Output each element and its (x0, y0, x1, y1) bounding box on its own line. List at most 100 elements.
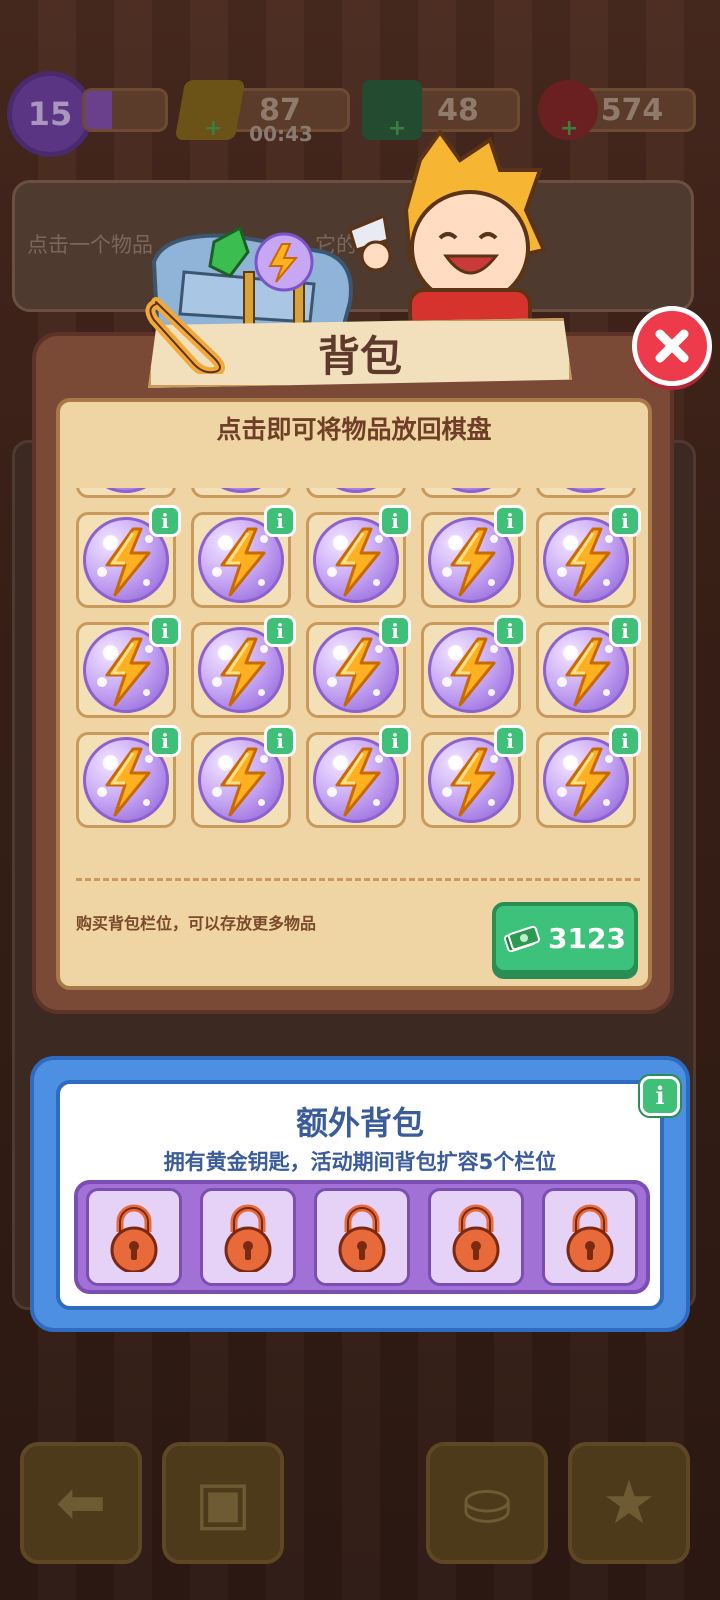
energy-orb-icon (543, 488, 629, 493)
orders-button[interactable]: ★ (568, 1442, 690, 1564)
divider (76, 878, 640, 881)
lightning-bolt-icon (220, 747, 266, 817)
backpack-slot[interactable]: i (306, 505, 411, 608)
buy-price: 3123 (548, 921, 626, 955)
backpack-slot[interactable]: i (76, 505, 181, 608)
locked-slot[interactable] (428, 1188, 524, 1286)
cash-icon (504, 925, 541, 952)
info-button[interactable]: i (264, 615, 296, 647)
add-energy-icon[interactable]: + (204, 118, 222, 140)
info-button[interactable]: i (264, 505, 296, 537)
info-button[interactable]: i (494, 505, 526, 537)
energy-orb-icon (198, 488, 284, 493)
backpack-title: 背包 (317, 331, 402, 381)
info-button[interactable]: i (149, 725, 181, 757)
extra-backpack-content: 额外背包 拥有黄金钥匙，活动期间背包扩容5个栏位 (56, 1080, 664, 1310)
backpack-slot[interactable]: i (191, 488, 291, 498)
info-button[interactable]: i (149, 505, 181, 537)
locked-slot[interactable] (542, 1188, 638, 1286)
cash-value: 48 (437, 92, 479, 128)
gem-value: 574 (600, 92, 664, 128)
backpack-slot[interactable]: i (306, 488, 406, 498)
energy-orb-icon (313, 488, 399, 493)
backpack-slot[interactable]: i (421, 505, 526, 608)
clipboard-star-icon: ★ (602, 1468, 656, 1538)
info-button[interactable]: i (379, 505, 411, 537)
padlock-icon (110, 1204, 158, 1272)
close-button[interactable] (632, 306, 712, 386)
hint-text: 点击一个物品 (27, 233, 153, 257)
level-badge[interactable]: 15 (12, 76, 88, 152)
extra-backpack-panel: 额外背包 拥有黄金钥匙，活动期间背包扩容5个栏位 i (30, 1056, 690, 1332)
buy-slot-text: 购买背包栏位，可以存放更多物品 (76, 914, 317, 933)
backpack-slot[interactable]: i (191, 615, 296, 718)
info-button[interactable]: i (379, 615, 411, 647)
lightning-bolt-icon (565, 747, 611, 817)
arrow-left-icon: ⬅ (55, 1468, 107, 1538)
backpack-grid[interactable]: iiiiiiiiiiiiiiiiiiii (76, 488, 644, 872)
lightning-bolt-icon (335, 527, 381, 597)
backpack-slot[interactable]: i (421, 488, 521, 498)
backpack-slot[interactable]: i (306, 615, 411, 718)
locked-slot-row (74, 1180, 650, 1294)
backpack-button[interactable]: ▣ (162, 1442, 284, 1564)
basket-icon: ⛀ (461, 1468, 513, 1538)
backpack-slot[interactable]: i (191, 505, 296, 608)
info-button[interactable]: i (609, 615, 641, 647)
level-progress-fill (85, 91, 113, 129)
backpack-grid-scroll: iiiiiiiiiiiiiiiiiiii (76, 488, 644, 828)
lightning-bolt-icon (565, 637, 611, 707)
info-icon: i (655, 1081, 665, 1110)
lightning-bolt-icon (450, 747, 496, 817)
lightning-bolt-icon (220, 527, 266, 597)
lightning-bolt-icon (450, 527, 496, 597)
level-number: 15 (27, 95, 73, 133)
backpack-slot[interactable]: i (191, 725, 296, 828)
padlock-icon (338, 1204, 386, 1272)
backpack-slot[interactable]: i (421, 615, 526, 718)
backpack-slot[interactable]: i (76, 615, 181, 718)
backpack-icon: ▣ (194, 1468, 252, 1538)
backpack-slot[interactable]: i (306, 725, 411, 828)
extra-backpack-title: 额外背包 (295, 1104, 424, 1142)
extra-backpack-info-button[interactable]: i (640, 1076, 680, 1116)
backpack-slot[interactable]: i (536, 505, 641, 608)
shop-button[interactable]: ⛀ (426, 1442, 548, 1564)
backpack-slot[interactable]: i (536, 615, 641, 718)
backpack-slot[interactable]: i (76, 488, 176, 498)
lightning-bolt-icon (335, 747, 381, 817)
buy-slot-button[interactable]: 3123 (492, 902, 638, 974)
energy-orb-icon (83, 488, 169, 493)
backpack-modal: 点击即可将物品放回棋盘 iiiiiiiiiiiiiiiiiiii 购买背包栏位，… (32, 332, 674, 1014)
info-button[interactable]: i (609, 505, 641, 537)
back-button[interactable]: ⬅ (20, 1442, 142, 1564)
lightning-bolt-icon (220, 637, 266, 707)
mascot-character (348, 130, 547, 330)
locked-slot[interactable] (200, 1188, 296, 1286)
locked-slot[interactable] (314, 1188, 410, 1286)
close-icon (655, 329, 689, 363)
info-button[interactable]: i (149, 615, 181, 647)
backpack-slot[interactable]: i (421, 725, 526, 828)
backpack-slot[interactable]: i (536, 488, 636, 498)
lightning-bolt-icon (105, 527, 151, 597)
backpack-content: 点击即可将物品放回棋盘 iiiiiiiiiiiiiiiiiiii 购买背包栏位，… (56, 398, 652, 990)
info-button[interactable]: i (494, 615, 526, 647)
info-button[interactable]: i (609, 725, 641, 757)
info-button[interactable]: i (494, 725, 526, 757)
energy-orb-icon (428, 488, 514, 493)
padlock-icon (566, 1204, 614, 1272)
energy-timer: 00:43 (249, 122, 313, 146)
backpack-slot[interactable]: i (536, 725, 641, 828)
info-button[interactable]: i (264, 725, 296, 757)
extra-backpack-subtitle: 拥有黄金钥匙，活动期间背包扩容5个栏位 (163, 1150, 557, 1174)
backpack-slot[interactable]: i (76, 725, 181, 828)
lightning-bolt-icon (450, 637, 496, 707)
lightning-bolt-icon (105, 637, 151, 707)
level-progress-bar (82, 88, 168, 132)
locked-slot[interactable] (86, 1188, 182, 1286)
paperclip-icon (145, 297, 225, 374)
padlock-icon (224, 1204, 272, 1272)
lightning-bolt-icon (565, 527, 611, 597)
info-button[interactable]: i (379, 725, 411, 757)
